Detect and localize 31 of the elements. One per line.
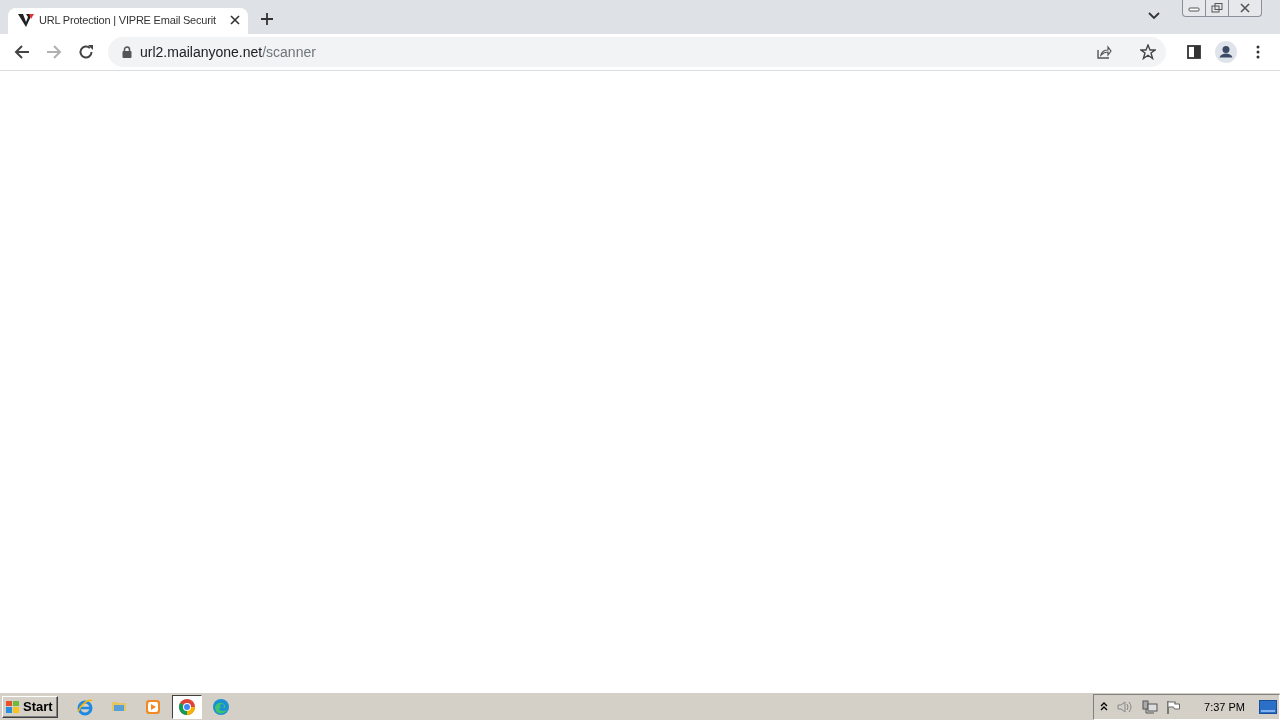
- profile-icon[interactable]: [1215, 41, 1237, 63]
- v-logo-icon: [18, 13, 34, 27]
- play-icon: [143, 697, 162, 716]
- folder-icon: [111, 702, 126, 711]
- network-icon[interactable]: [1142, 699, 1159, 714]
- forward-icon: [46, 44, 62, 60]
- chrome-icon: [177, 697, 196, 716]
- show-desktop-icon[interactable]: [1259, 699, 1277, 714]
- windows-logo-icon: [5, 699, 21, 714]
- close-icon[interactable]: [230, 15, 240, 25]
- flag-icon[interactable]: [1166, 699, 1183, 714]
- address-bar[interactable]: url2.mailanyone.net/scanner: [108, 37, 1166, 67]
- chevron-up-icon[interactable]: [1100, 701, 1109, 712]
- tab-title: URL Protection | VIPRE Email Securit: [39, 14, 217, 26]
- taskbar-app-button[interactable]: [171, 694, 202, 719]
- back-icon: [14, 44, 30, 60]
- chevron-icon[interactable]: [1148, 12, 1160, 20]
- browser-tab[interactable]: URL Protection | VIPRE Email Securit: [8, 8, 248, 34]
- reload-icon: [78, 44, 94, 60]
- star-icon[interactable]: [1140, 44, 1156, 60]
- plus-icon: [260, 12, 274, 26]
- start-button[interactable]: Start: [2, 695, 58, 718]
- lock-icon: [122, 46, 132, 58]
- menu-icon[interactable]: [1256, 45, 1260, 59]
- clock[interactable]: 7:37 PM: [1204, 700, 1245, 713]
- globe-e-icon: [75, 697, 94, 716]
- side-panel-icon[interactable]: [1187, 45, 1201, 59]
- edge-icon: [211, 697, 230, 716]
- url-text: url2.mailanyone.net/scanner: [140, 44, 317, 60]
- share-icon[interactable]: [1096, 44, 1112, 60]
- new-tab-button[interactable]: [260, 10, 274, 28]
